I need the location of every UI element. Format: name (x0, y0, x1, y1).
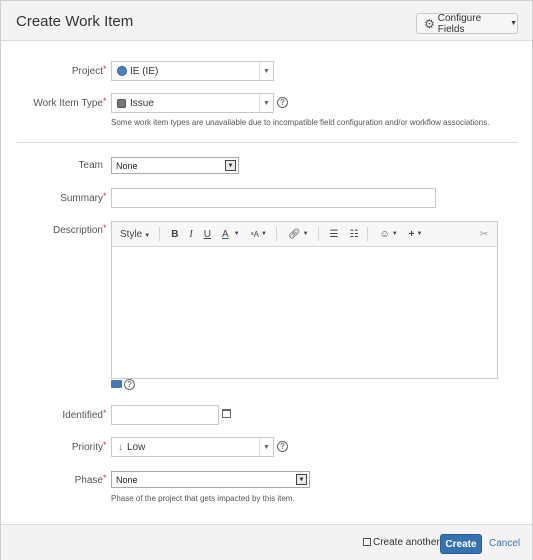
create-work-item-dialog: Create Work Item ⚙ Configure Fields ▼ Pr… (0, 0, 533, 560)
collapse-toolbar-icon[interactable]: ✂ (480, 229, 488, 240)
create-button[interactable]: Create (440, 534, 482, 554)
insert-more-icon[interactable]: + (409, 229, 415, 240)
bold-button[interactable]: B (171, 229, 178, 240)
create-another-checkbox[interactable] (363, 538, 371, 546)
required-marker: * (103, 408, 107, 418)
identified-date-input[interactable] (111, 405, 219, 425)
configure-fields-button[interactable]: ⚙ Configure Fields ▼ (416, 12, 518, 35)
chevron-down-icon[interactable]: ▼ (234, 231, 240, 237)
required-marker: * (103, 223, 107, 233)
summary-label: Summary * (1, 191, 106, 204)
team-label-text: Team (78, 160, 103, 171)
dialog-title: Create Work Item (16, 13, 134, 30)
priority-value: Low (127, 441, 146, 453)
phase-label-text: Phase (74, 475, 103, 486)
description-label: Description * (1, 223, 107, 236)
chevron-down-icon[interactable]: ▼ (259, 94, 273, 112)
work-item-type-select[interactable]: Issue ▼ (111, 93, 274, 113)
style-dropdown[interactable]: Style ▼ (120, 229, 150, 240)
bullet-list-icon[interactable]: ☰ (330, 229, 339, 240)
project-avatar-icon (117, 66, 127, 76)
dialog-footer: Create another Create Cancel (1, 524, 532, 560)
toolbar-separator (367, 227, 369, 241)
work-item-type-label-text: Work Item Type (33, 98, 103, 109)
chevron-down-icon[interactable]: ▼ (225, 160, 236, 171)
identified-label: Identified * (1, 408, 106, 421)
chevron-down-icon[interactable]: ▼ (303, 231, 309, 237)
issue-type-icon (117, 98, 126, 108)
phase-select[interactable]: None ▼ (111, 471, 310, 488)
toolbar-separator (159, 227, 161, 241)
priority-label-text: Priority (71, 442, 103, 453)
chevron-down-icon[interactable]: ▼ (296, 474, 307, 485)
create-another-label[interactable]: Create another (373, 537, 440, 548)
editor-mode-toggle-icon[interactable] (111, 380, 122, 388)
team-value: None (116, 160, 138, 171)
numbered-list-icon[interactable]: ☷ (350, 229, 359, 240)
chevron-down-icon[interactable]: ▼ (259, 438, 273, 456)
help-icon[interactable]: ? (277, 441, 288, 452)
underline-button[interactable]: U (204, 229, 211, 240)
project-value: IE (IE) (130, 65, 159, 77)
help-icon[interactable]: ? (277, 97, 288, 108)
chevron-down-icon: ▼ (510, 20, 517, 27)
required-marker: * (103, 96, 107, 106)
team-label: Team (1, 160, 103, 171)
text-size-button[interactable]: ᵃA (251, 230, 259, 239)
team-select[interactable]: None ▼ (111, 157, 239, 174)
priority-low-icon: ↓ (118, 441, 123, 453)
summary-input[interactable] (111, 188, 436, 208)
calendar-icon[interactable] (222, 409, 231, 418)
italic-button[interactable]: I (189, 229, 192, 240)
work-item-type-hint: Some work item types are unavailable due… (111, 118, 490, 127)
phase-hint: Phase of the project that gets impacted … (111, 494, 295, 503)
emoticon-icon[interactable]: ☺ (379, 229, 389, 240)
text-color-button[interactable]: A (222, 229, 229, 240)
chevron-down-icon[interactable]: ▼ (259, 62, 273, 80)
project-label: Project * (1, 64, 107, 77)
summary-label-text: Summary (60, 193, 103, 204)
project-select[interactable]: IE (IE) ▼ (111, 61, 274, 81)
toolbar-separator (317, 227, 319, 241)
priority-label: Priority * (1, 440, 107, 453)
work-item-type-value: Issue (130, 97, 154, 109)
required-marker: * (103, 64, 107, 74)
toolbar-separator (275, 227, 277, 241)
work-item-type-label: Work Item Type * (1, 96, 106, 109)
phase-value: None (116, 474, 138, 485)
cancel-link[interactable]: Cancel (489, 538, 520, 549)
chevron-down-icon[interactable]: ▼ (417, 231, 423, 237)
style-label: Style (120, 228, 143, 240)
priority-select[interactable]: ↓ Low ▼ (111, 437, 274, 457)
link-icon[interactable]: 🔗︎ (288, 229, 301, 240)
description-editor[interactable]: Style ▼ B I U A ▼ ᵃA ▼ 🔗︎ ▼ ☰ ☷ ☺ ▼ + ▼ ✂ (111, 221, 498, 379)
required-marker: * (103, 473, 107, 483)
identified-label-text: Identified (62, 410, 103, 421)
dialog-header: Create Work Item ⚙ Configure Fields ▼ (1, 1, 532, 41)
help-icon[interactable]: ? (124, 379, 135, 390)
editor-toolbar: Style ▼ B I U A ▼ ᵃA ▼ 🔗︎ ▼ ☰ ☷ ☺ ▼ + ▼ ✂ (112, 222, 497, 247)
configure-fields-label: Configure Fields (437, 12, 482, 35)
project-label-text: Project (71, 66, 103, 77)
gear-icon: ⚙ (424, 16, 435, 31)
required-marker: * (103, 191, 107, 201)
chevron-down-icon: ▼ (144, 232, 151, 239)
section-divider (17, 142, 518, 143)
chevron-down-icon[interactable]: ▼ (392, 231, 398, 237)
chevron-down-icon[interactable]: ▼ (261, 231, 267, 237)
phase-label: Phase * (1, 473, 107, 486)
required-marker: * (103, 440, 107, 450)
description-label-text: Description (52, 225, 103, 236)
